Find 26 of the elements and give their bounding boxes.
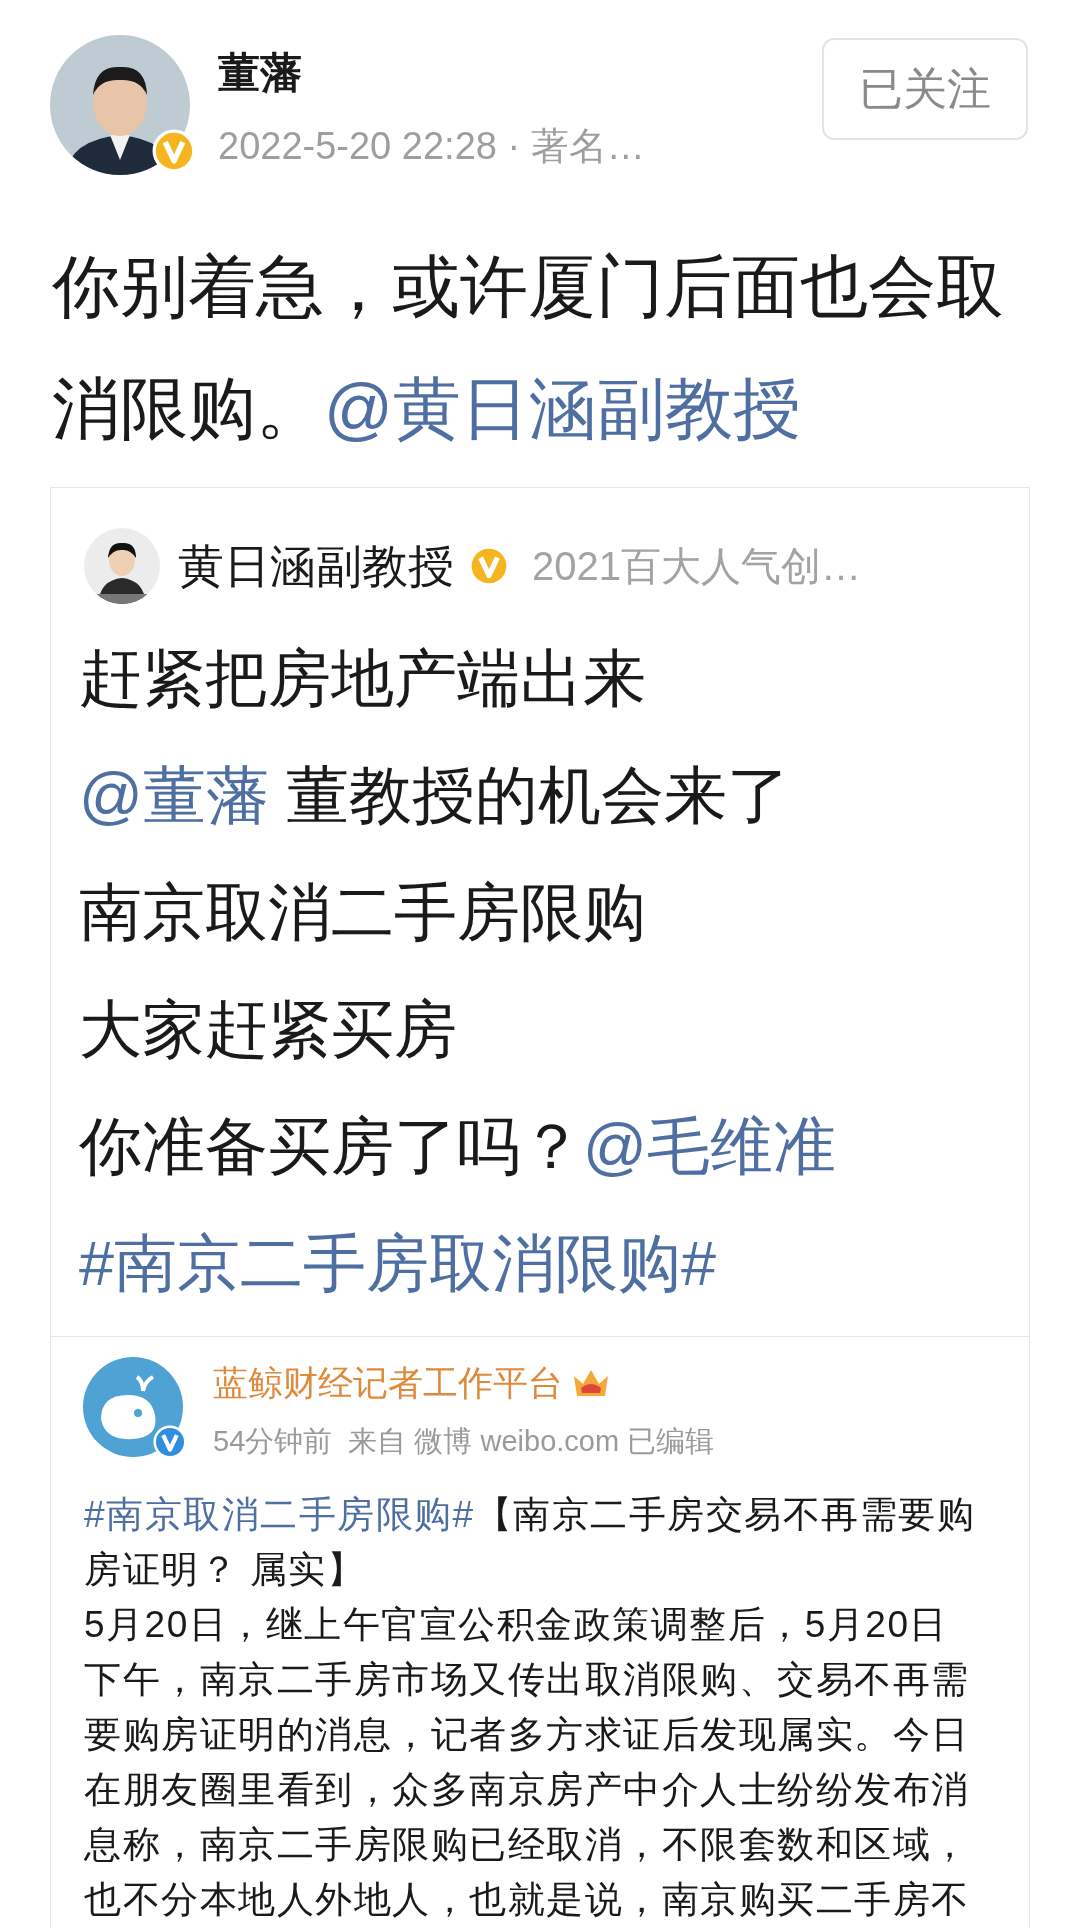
hashtag-link[interactable]: #南京二手房取消限购# bbox=[79, 1228, 717, 1298]
text-line: 赶紧把房地产端出来 bbox=[79, 642, 647, 715]
author-title: 2021百大人气创… bbox=[532, 543, 861, 590]
text-line: 房证明？ 属实】 bbox=[84, 1548, 367, 1592]
text-line: 你准备买房了吗？@毛维准 bbox=[79, 1110, 837, 1183]
mention-link[interactable]: @毛维准 bbox=[583, 1111, 836, 1181]
text-line: 要购房证明的消息，记者多方求证后发现属实。今日 bbox=[84, 1713, 971, 1757]
text-line: @董藩 董教授的机会来了 bbox=[79, 759, 792, 832]
text-line: 南京取消二手房限购 bbox=[79, 876, 647, 949]
text-line: 息称，南京二手房限购已经取消，不限套数和区域， bbox=[84, 1823, 971, 1867]
text-line: 也不分本地人外地人，也就是说，南京购买二手房不 bbox=[84, 1878, 971, 1922]
author-name[interactable]: 蓝鲸财经记者工作平台 bbox=[213, 1359, 563, 1407]
text-line: 大家赶紧买房 bbox=[79, 993, 458, 1066]
text-line: 5月20日，继上午官宣公积金政策调整后，5月20日 bbox=[84, 1603, 949, 1647]
author-name[interactable]: 董藩 bbox=[218, 43, 645, 103]
author-name[interactable]: 黄日涵副教授 bbox=[178, 531, 454, 601]
mention-link[interactable]: @董藩 bbox=[79, 760, 269, 830]
mention-link[interactable]: @黄日涵副教授 bbox=[324, 370, 802, 446]
text-line: 在朋友圈里看到，众多南京房产中介人士纷纷发布消 bbox=[84, 1768, 971, 1812]
text-line: 下午，南京二手房市场又传出取消限购、交易不再需 bbox=[84, 1658, 971, 1702]
follow-button[interactable]: 已关注 bbox=[822, 38, 1028, 140]
text-line: #南京取消二手房限购#【南京二手房交易不再需要购 bbox=[84, 1493, 977, 1537]
post-meta: 2022-5-20 22:28 · 著名… bbox=[218, 124, 645, 169]
post-meta: 54分钟前 来自 微博 weibo.com 已编辑 bbox=[213, 1424, 715, 1459]
post-text: 你别着急，或许厦门后面也会取消限购。@黄日涵副教授 bbox=[52, 247, 1005, 448]
hashtag-link[interactable]: #南京取消二手房限购# bbox=[84, 1494, 475, 1535]
